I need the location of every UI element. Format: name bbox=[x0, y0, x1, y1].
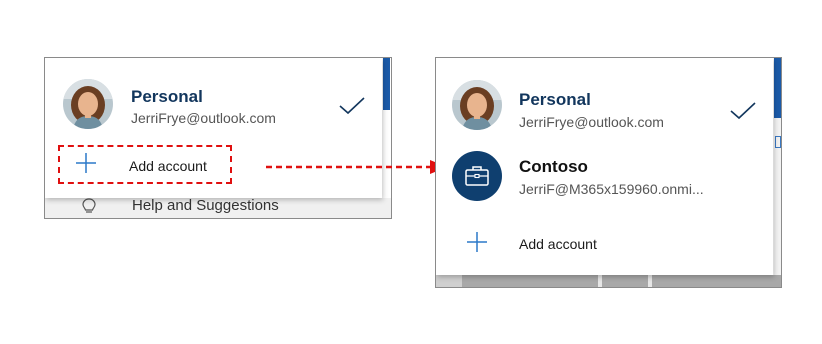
background-glyph bbox=[775, 136, 781, 148]
account-email: JerriF@M365x159960.onmi... bbox=[519, 181, 704, 197]
right-panel: Personal JerriFrye@outlook.com Contoso J… bbox=[435, 57, 782, 288]
work-account-avatar[interactable] bbox=[452, 151, 502, 201]
account-switcher-card: Personal JerriFrye@outlook.com Contoso J… bbox=[436, 58, 773, 275]
account-name[interactable]: Contoso bbox=[519, 157, 588, 177]
account-email: JerriFrye@outlook.com bbox=[519, 114, 664, 130]
account-name[interactable]: Personal bbox=[519, 90, 591, 110]
plus-icon[interactable] bbox=[467, 232, 487, 252]
arrow-icon bbox=[266, 160, 447, 174]
accent-bar bbox=[774, 58, 781, 118]
background-divider bbox=[648, 275, 652, 287]
avatar[interactable] bbox=[63, 79, 113, 129]
account-email: JerriFrye@outlook.com bbox=[131, 110, 276, 126]
accent-bar bbox=[383, 58, 390, 110]
lightbulb-icon bbox=[82, 198, 96, 213]
background-divider bbox=[598, 275, 602, 287]
help-and-suggestions-label: Help and Suggestions bbox=[132, 197, 279, 214]
briefcase-icon bbox=[465, 166, 489, 186]
background-strip bbox=[436, 275, 781, 287]
add-account-highlight bbox=[58, 145, 232, 184]
account-name: Personal bbox=[131, 87, 203, 106]
avatar[interactable] bbox=[452, 80, 502, 130]
left-panel: Help and Suggestions Personal JerriFrye@… bbox=[44, 57, 392, 219]
check-icon bbox=[339, 97, 365, 115]
add-account-button[interactable]: Add account bbox=[519, 236, 597, 252]
background-strip bbox=[436, 275, 462, 287]
check-icon bbox=[730, 102, 756, 120]
